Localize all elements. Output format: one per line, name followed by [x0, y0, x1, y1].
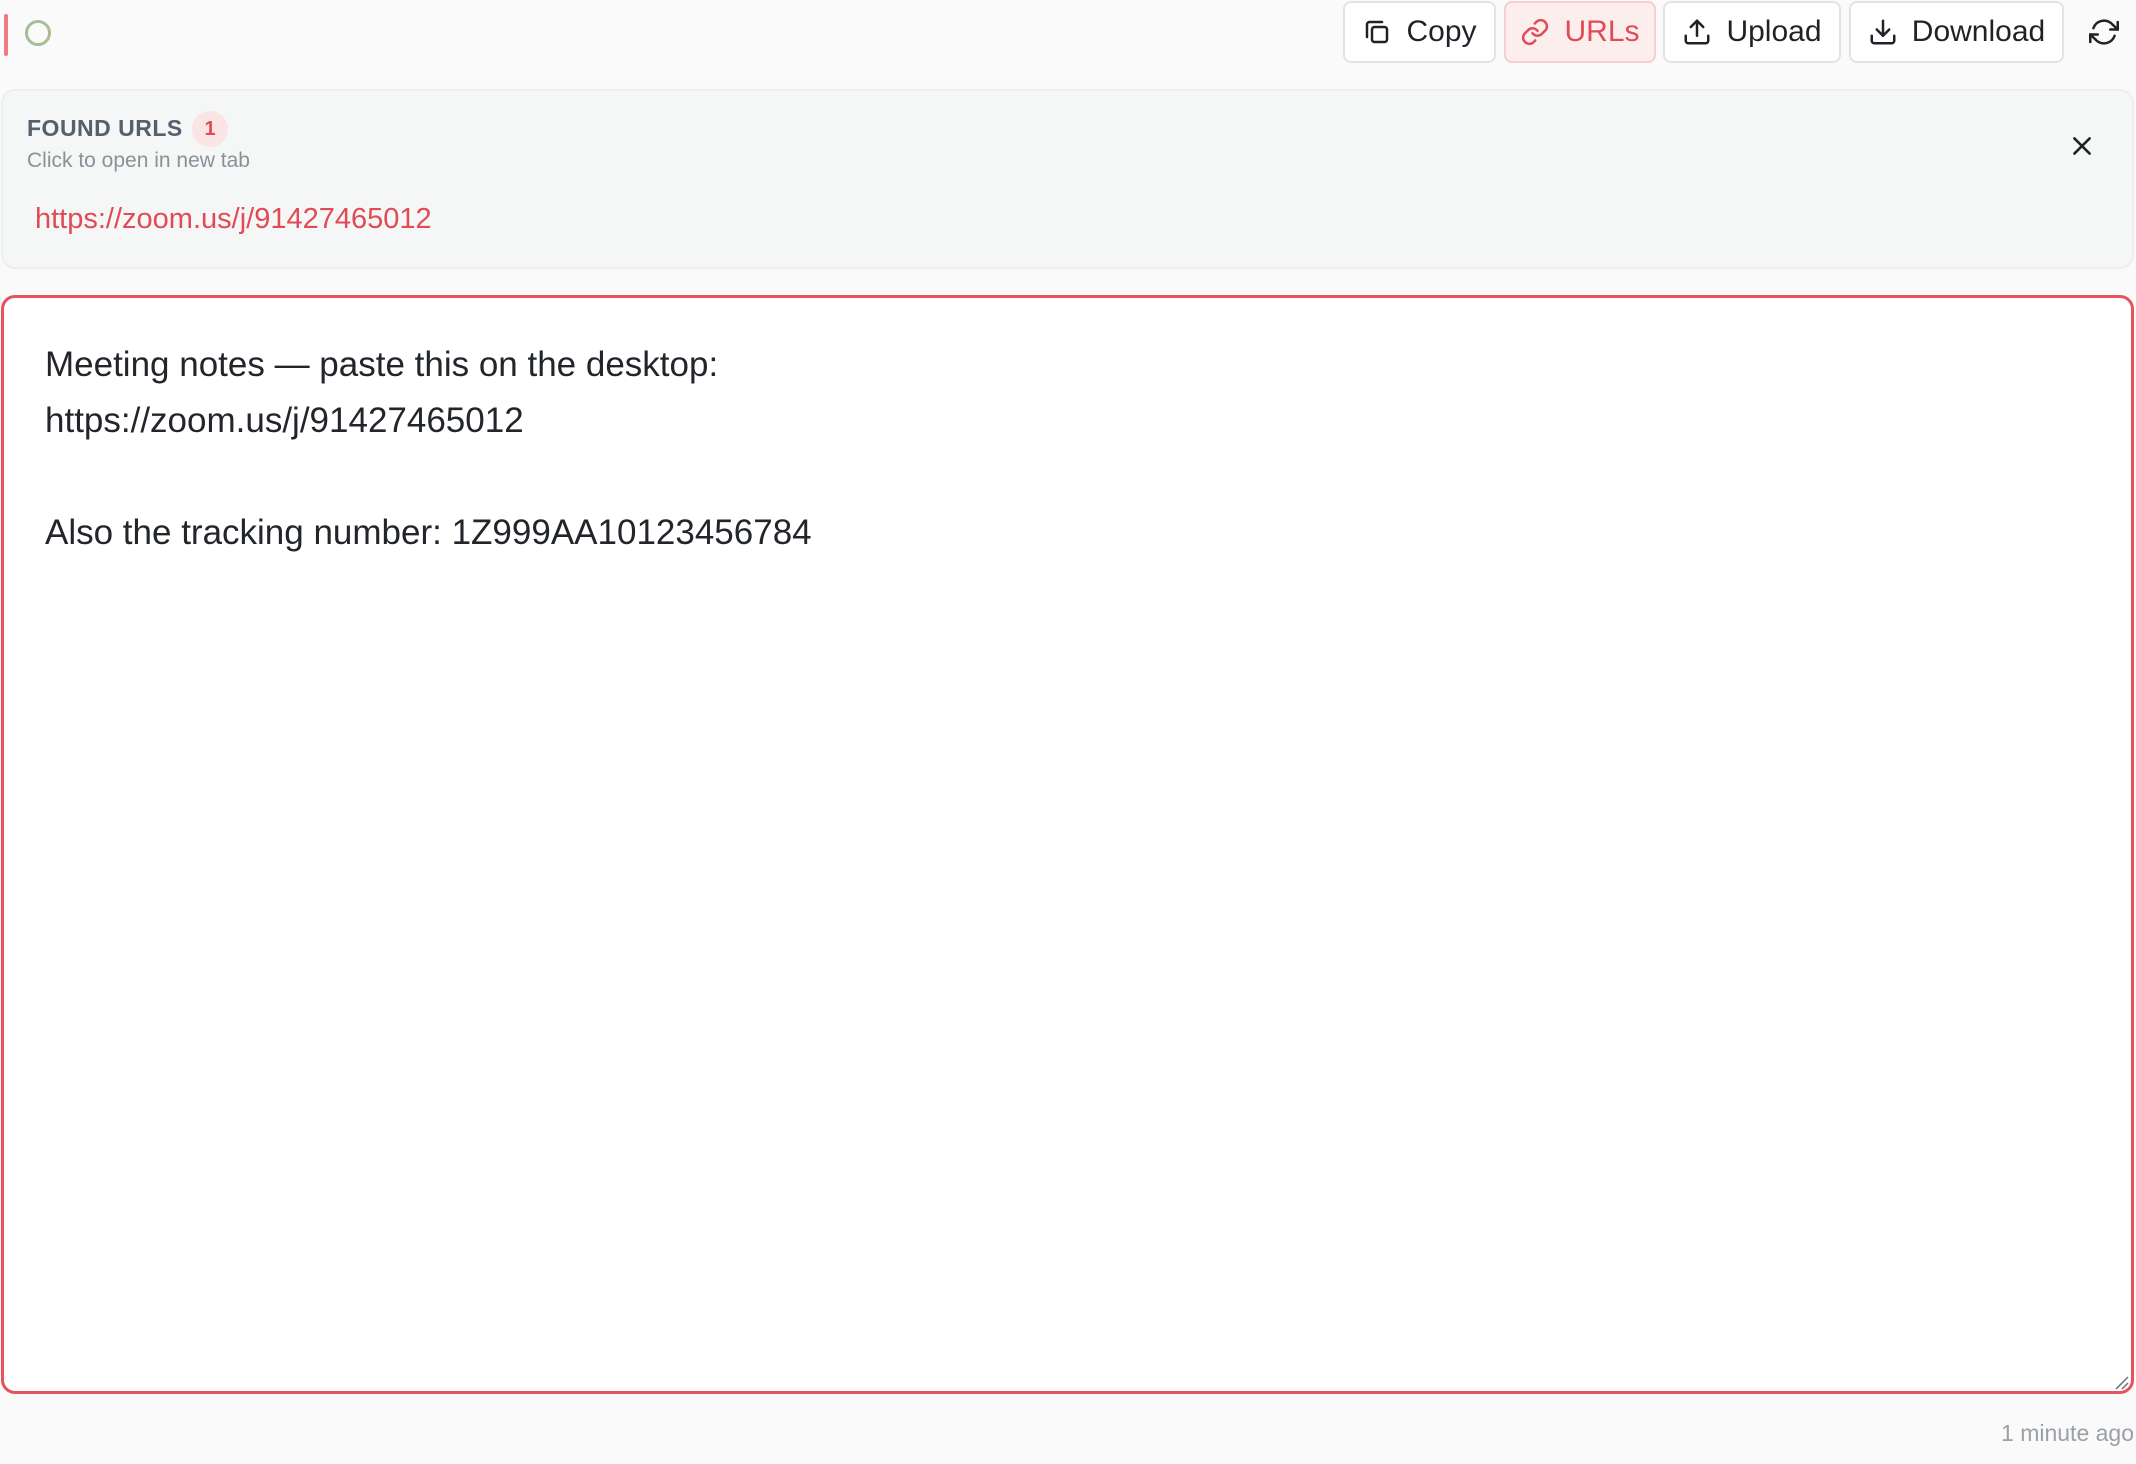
urls-button[interactable]: URLs: [1504, 1, 1656, 63]
refresh-icon: [2089, 19, 2119, 45]
text-editor[interactable]: Meeting notes — paste this on the deskto…: [1, 295, 2134, 1394]
download-button[interactable]: Download: [1849, 1, 2064, 63]
last-saved-timestamp: 1 minute ago: [2001, 1420, 2134, 1446]
panel-title: FOUND URLS: [27, 115, 183, 141]
upload-button-label: Upload: [1726, 15, 1822, 48]
download-button-label: Download: [1911, 15, 2046, 48]
resize-handle-icon[interactable]: [2113, 1374, 2129, 1390]
refresh-button[interactable]: [2086, 14, 2122, 50]
found-url-link[interactable]: https://zoom.us/j/91427465012: [35, 203, 432, 236]
upload-icon: [1684, 19, 1710, 45]
urls-button-label: URLs: [1564, 15, 1640, 48]
found-urls-panel: FOUND URLS 1 Click to open in new tab ht…: [1, 89, 2134, 269]
download-icon: [1870, 19, 1896, 45]
copy-button-label: Copy: [1406, 15, 1477, 48]
upload-button[interactable]: Upload: [1663, 1, 1841, 63]
close-icon: [2073, 137, 2091, 155]
copy-button[interactable]: Copy: [1343, 1, 1496, 63]
toolbar: Copy URLs Upload Download: [0, 0, 2136, 66]
link-icon: [1522, 18, 1549, 46]
accent-indicator: [4, 14, 8, 56]
url-count-badge: 1: [192, 111, 228, 147]
panel-subtitle: Click to open in new tab: [27, 149, 250, 172]
copy-icon: [1366, 20, 1389, 44]
status-circle-icon: [25, 20, 51, 46]
close-panel-button[interactable]: [2066, 130, 2098, 162]
